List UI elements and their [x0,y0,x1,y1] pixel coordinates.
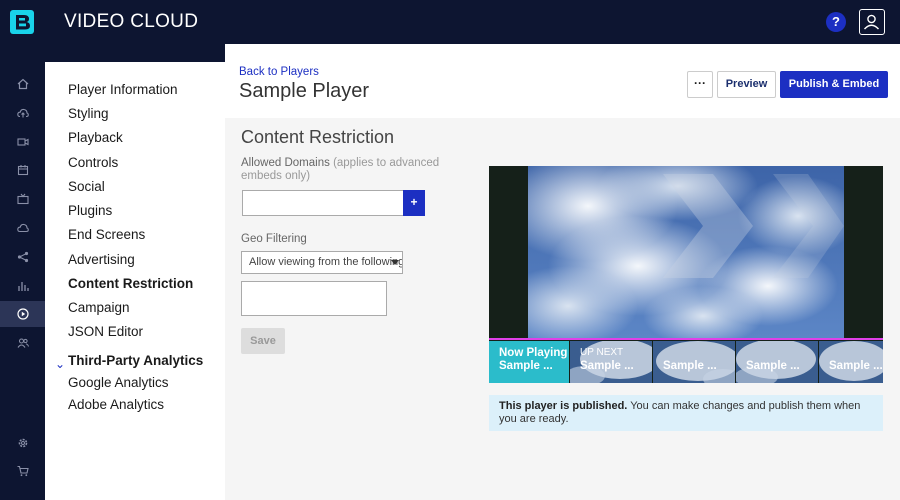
thumb-line1: UP NEXT [580,347,624,358]
calendar-icon[interactable] [0,157,45,183]
video-icon[interactable] [0,129,45,155]
thumb-line1: Now Playing [499,347,568,359]
section-title: Content Restriction [241,127,395,147]
app-brand: VIDEO CLOUD [64,11,199,32]
nav-third-party-analytics[interactable]: Third-Party Analytics [68,353,203,368]
save-button[interactable]: Save [241,328,285,354]
main-content: Back to Players Sample Player ··· Previe… [225,44,900,500]
help-icon[interactable]: ? [826,12,846,32]
geo-filtering-label: Geo Filtering [241,233,307,245]
users-icon[interactable] [0,330,45,356]
nav-adobe-analytics[interactable]: Adobe Analytics [68,397,164,412]
progress-bar[interactable] [489,338,883,340]
analytics-icon[interactable] [0,273,45,299]
geo-countries-field[interactable] [241,281,387,316]
preview-button[interactable]: Preview [717,71,776,98]
playlist-item-4[interactable]: Sample ... [736,341,818,383]
brightcove-logo-icon[interactable] [9,9,37,35]
allowed-domain-input[interactable] [242,190,404,216]
page-title: Sample Player [239,80,370,102]
notice-bold-text: This player is published. [499,400,628,412]
home-icon[interactable] [0,71,45,97]
thumb-line2: Sample ... [746,360,800,372]
playlist-item-5[interactable]: Sample ... [819,341,883,383]
nav-end-screens[interactable]: End Screens [68,227,145,242]
gear-icon[interactable] [0,430,45,456]
page-header: Back to Players Sample Player ··· Previe… [225,44,900,118]
nav-playback[interactable]: Playback [68,130,123,145]
nav-controls[interactable]: Controls [68,155,118,170]
playlist-item-up-next[interactable]: UP NEXT Sample ... [570,341,652,383]
allowed-domains-label: Allowed Domains (applies to advanced emb… [241,157,456,183]
tv-icon[interactable] [0,186,45,212]
cart-icon[interactable] [0,458,45,484]
more-options-button[interactable]: ··· [687,71,713,98]
nav-json-editor[interactable]: JSON Editor [68,324,143,339]
thumb-line2: Sample ... [663,360,717,372]
top-bar: VIDEO CLOUD ? [0,0,900,44]
published-notice: This player is published. You can make c… [489,395,883,431]
player-settings-nav: Player Information Styling Playback Cont… [45,62,225,500]
allowed-domains-text: Allowed Domains [241,157,330,169]
nav-google-analytics[interactable]: Google Analytics [68,375,169,390]
player-icon[interactable] [0,301,45,327]
chevron-down-icon[interactable]: ⌄ [55,357,65,371]
thumb-line2: Sample ... [580,360,634,372]
nav-content-restriction[interactable]: Content Restriction [68,276,193,291]
thumb-line2: Sample ... [829,360,883,372]
icon-rail [0,44,45,500]
thumb-line2: Sample ... [499,360,553,372]
nav-player-information[interactable]: Player Information [68,82,178,97]
nav-plugins[interactable]: Plugins [68,203,112,218]
dropdown-arrow-icon [391,260,399,265]
user-account-icon[interactable] [859,9,885,35]
playlist-thumbnails: Now Playing Sample ... UP NEXT Sample ..… [489,341,883,383]
back-to-players-link[interactable]: Back to Players [239,66,319,78]
playlist-item-3[interactable]: Sample ... [653,341,735,383]
add-domain-button[interactable]: + [403,190,425,216]
nav-styling[interactable]: Styling [68,106,109,121]
player-preview[interactable]: Now Playing Sample ... UP NEXT Sample ..… [489,166,883,383]
share-icon[interactable] [0,244,45,270]
geo-filter-select[interactable]: Allow viewing from the following [241,251,403,274]
video-frame[interactable] [528,166,844,338]
nav-advertising[interactable]: Advertising [68,252,135,267]
cloud-icon[interactable] [0,215,45,241]
upload-icon[interactable] [0,100,45,126]
nav-social[interactable]: Social [68,179,105,194]
nav-campaign[interactable]: Campaign [68,300,130,315]
playlist-item-now-playing[interactable]: Now Playing Sample ... [489,341,569,383]
publish-embed-button[interactable]: Publish & Embed [780,71,888,98]
sky-video-image [528,166,844,338]
